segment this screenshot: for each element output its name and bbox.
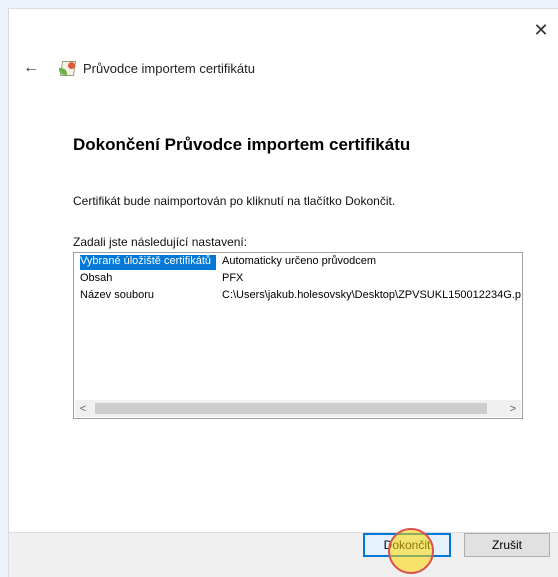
wizard-header: ← Průvodce importem certifikátu	[23, 57, 255, 79]
window-title: Průvodce importem certifikátu	[83, 60, 255, 76]
settings-row[interactable]: Název souboru C:\Users\jakub.holesovsky\…	[80, 289, 521, 304]
cancel-button[interactable]: Zrušit	[464, 533, 550, 557]
certificate-icon	[59, 60, 77, 76]
settings-key: Název souboru	[80, 289, 154, 301]
page-description: Certifikát bude naimportován po kliknutí…	[73, 194, 396, 208]
horizontal-scrollbar[interactable]: < >	[75, 400, 521, 417]
settings-label: Zadali jste následující nastavení:	[73, 235, 248, 249]
scroll-left-button[interactable]: <	[75, 400, 91, 417]
finish-button[interactable]: Dokončit	[363, 533, 451, 557]
settings-listbox[interactable]: Vybrané úložiště certifikátů Automaticky…	[73, 252, 523, 419]
certificate-import-wizard: ✕ ← Průvodce importem certifikátu Dokonč…	[8, 8, 558, 577]
settings-key: Obsah	[80, 272, 113, 284]
settings-value: Automaticky určeno průvodcem	[222, 255, 377, 267]
page-heading: Dokončení Průvodce importem certifikátu	[73, 135, 411, 154]
scroll-right-button[interactable]: >	[505, 400, 521, 417]
settings-row[interactable]: Vybrané úložiště certifikátů Automaticky…	[80, 255, 376, 270]
back-arrow-icon[interactable]: ←	[23, 59, 45, 77]
close-button[interactable]: ✕	[530, 19, 552, 41]
settings-value: PFX	[222, 272, 244, 284]
scroll-thumb[interactable]	[95, 403, 487, 414]
settings-row[interactable]: Obsah PFX	[80, 272, 243, 287]
scroll-track[interactable]	[91, 400, 505, 417]
settings-value: C:\Users\jakub.holesovsky\Desktop\ZPVSUK…	[222, 289, 521, 301]
settings-key: Vybrané úložiště certifikátů	[80, 255, 216, 270]
